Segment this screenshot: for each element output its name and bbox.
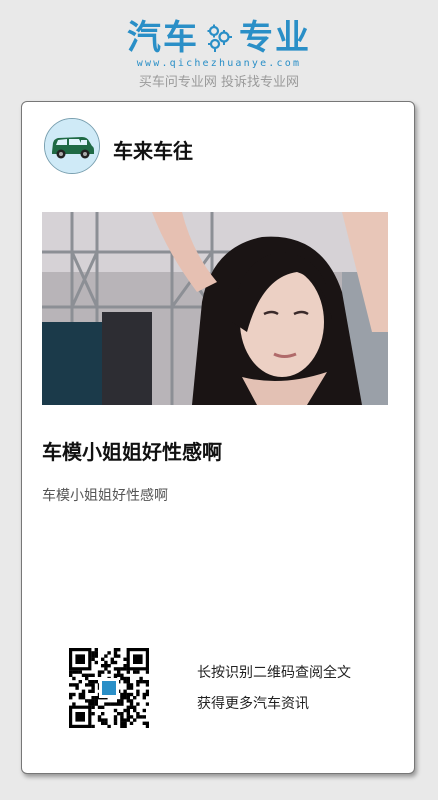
brand-logo: 汽车 专业 (0, 18, 438, 58)
article-photo[interactable] (42, 212, 388, 405)
brand-name-left: 汽车 (127, 18, 199, 58)
author-avatar[interactable] (44, 118, 100, 174)
brand-header: 汽车 专业 www.qichezhuanye.com 买车问专业网 投诉找专业网 (0, 18, 438, 90)
brand-name-right: 专业 (239, 18, 311, 58)
qr-hint-line2: 获得更多汽车资讯 (197, 696, 309, 712)
brand-url: www.qichezhuanye.com (136, 58, 302, 69)
author-name[interactable]: 车来车往 (113, 135, 193, 164)
brand-slogan: 买车问专业网 投诉找专业网 (138, 75, 300, 90)
green-car-icon (45, 119, 99, 173)
article-title[interactable]: 车模小姐姐好性感啊 (42, 436, 222, 465)
photo-image (42, 212, 388, 405)
qr-hint-line1: 长按识别二维码查阅全文 (197, 665, 351, 681)
article-description: 车模小姐姐好性感啊 (42, 488, 168, 504)
qr-code-icon (69, 648, 150, 729)
qr-code[interactable] (69, 648, 150, 729)
gear-icon (207, 24, 232, 52)
article-card[interactable]: 车来车往 车模小姐姐好性感啊 车模小姐姐好性感啊 长按识别二维码查阅全文 获得更… (21, 101, 415, 774)
